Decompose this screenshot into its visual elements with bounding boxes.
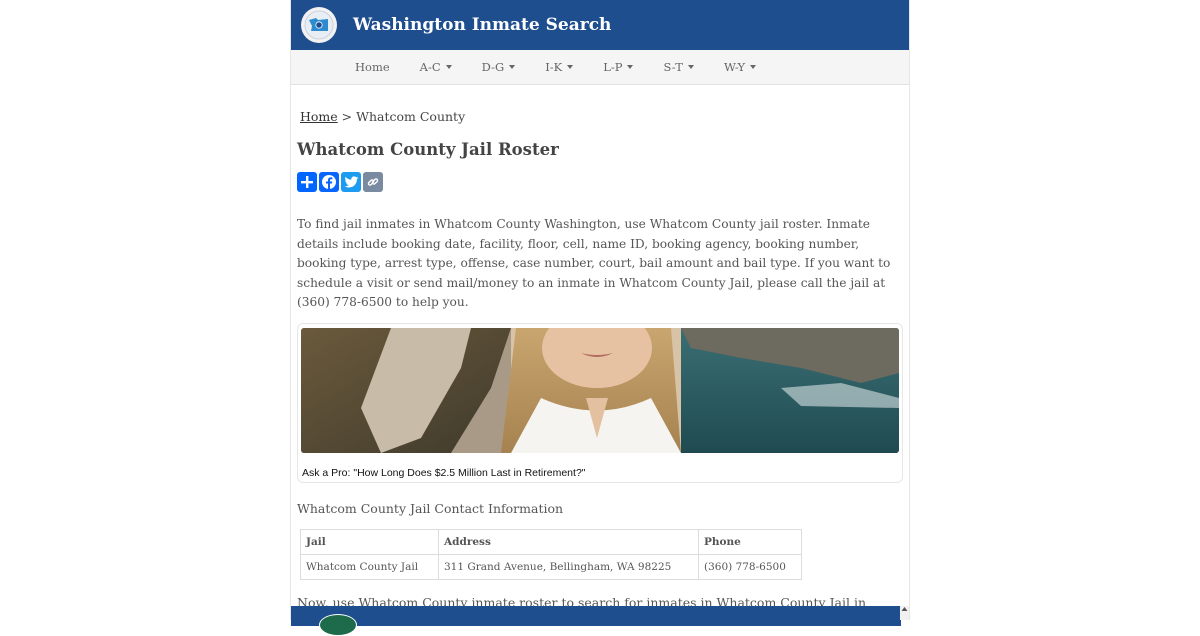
table-header-address: Address xyxy=(438,528,699,555)
widget-logo-icon xyxy=(319,614,357,636)
twitter-icon[interactable] xyxy=(341,172,361,192)
main-content: Home > Whatcom County Whatcom County Jai… xyxy=(291,109,909,625)
ad-image[interactable] xyxy=(301,327,899,453)
nav-item-label: W-Y xyxy=(723,60,746,74)
copy-link-icon[interactable] xyxy=(363,172,383,192)
nav-item-i-k[interactable]: I-K xyxy=(545,60,574,74)
nav-item-label: L-P xyxy=(603,60,623,74)
facebook-icon[interactable] xyxy=(319,172,339,192)
table-header-row: Jail Address Phone xyxy=(300,528,802,555)
nav-item-label: Home xyxy=(355,60,390,74)
nav-item-label: A-C xyxy=(419,60,441,74)
table-header-jail: Jail xyxy=(300,528,439,555)
page-title: Whatcom County Jail Roster xyxy=(297,140,559,159)
share-buttons xyxy=(297,172,903,192)
breadcrumb: Home > Whatcom County xyxy=(297,109,903,124)
breadcrumb-home-link[interactable]: Home xyxy=(300,109,338,124)
contact-table: Jail Address Phone Whatcom County Jail 3… xyxy=(300,528,802,580)
main-nav: Home A-C D-G I-K L-P S-T W-Y xyxy=(291,50,909,85)
nav-item-label: D-G xyxy=(481,60,505,74)
nav-item-label: S-T xyxy=(663,60,683,74)
table-cell-phone: (360) 778-6500 xyxy=(698,553,802,580)
nav-item-d-g[interactable]: D-G xyxy=(482,60,516,74)
table-row: Whatcom County Jail 311 Grand Avenue, Be… xyxy=(300,553,802,580)
page-container: Washington Inmate Search Home A-C D-G I-K L-… xyxy=(290,0,910,636)
breadcrumb-current: Whatcom County xyxy=(356,109,466,124)
nav-item-label: I-K xyxy=(545,60,563,74)
contact-heading: Whatcom County Jail Contact Information xyxy=(297,500,564,516)
caret-down-icon xyxy=(567,65,574,69)
advertisement[interactable]: Ask a Pro: "How Long Does $2.5 Million L… xyxy=(297,322,903,483)
caret-down-icon xyxy=(627,65,634,69)
nav-item-a-c[interactable]: A-C xyxy=(420,60,452,74)
nav-item-home[interactable]: Home xyxy=(355,60,390,74)
embedded-widget-header xyxy=(291,606,901,636)
washington-state-seal-icon[interactable] xyxy=(301,7,337,43)
caret-down-icon xyxy=(509,65,516,69)
caret-down-icon xyxy=(750,65,757,69)
table-header-phone: Phone xyxy=(698,528,802,555)
site-title[interactable]: Washington Inmate Search xyxy=(353,15,611,35)
caret-down-icon xyxy=(445,65,452,69)
intro-paragraph: To find jail inmates in Whatcom County W… xyxy=(297,217,891,309)
nav-item-s-t[interactable]: S-T xyxy=(663,60,694,74)
breadcrumb-separator: > xyxy=(341,109,353,124)
caret-down-icon xyxy=(687,65,694,69)
nav-item-w-y[interactable]: W-Y xyxy=(723,60,757,74)
site-header: Washington Inmate Search xyxy=(291,0,909,50)
nav-item-l-p[interactable]: L-P xyxy=(603,60,634,74)
table-cell-jail: Whatcom County Jail xyxy=(300,553,439,580)
scrollbar-up-arrow-icon[interactable] xyxy=(900,606,909,620)
table-cell-address: 311 Grand Avenue, Bellingham, WA 98225 xyxy=(438,553,699,580)
share-plus-icon[interactable] xyxy=(297,172,317,192)
ad-caption-link[interactable]: Ask a Pro: "How Long Does $2.5 Million L… xyxy=(301,467,899,479)
